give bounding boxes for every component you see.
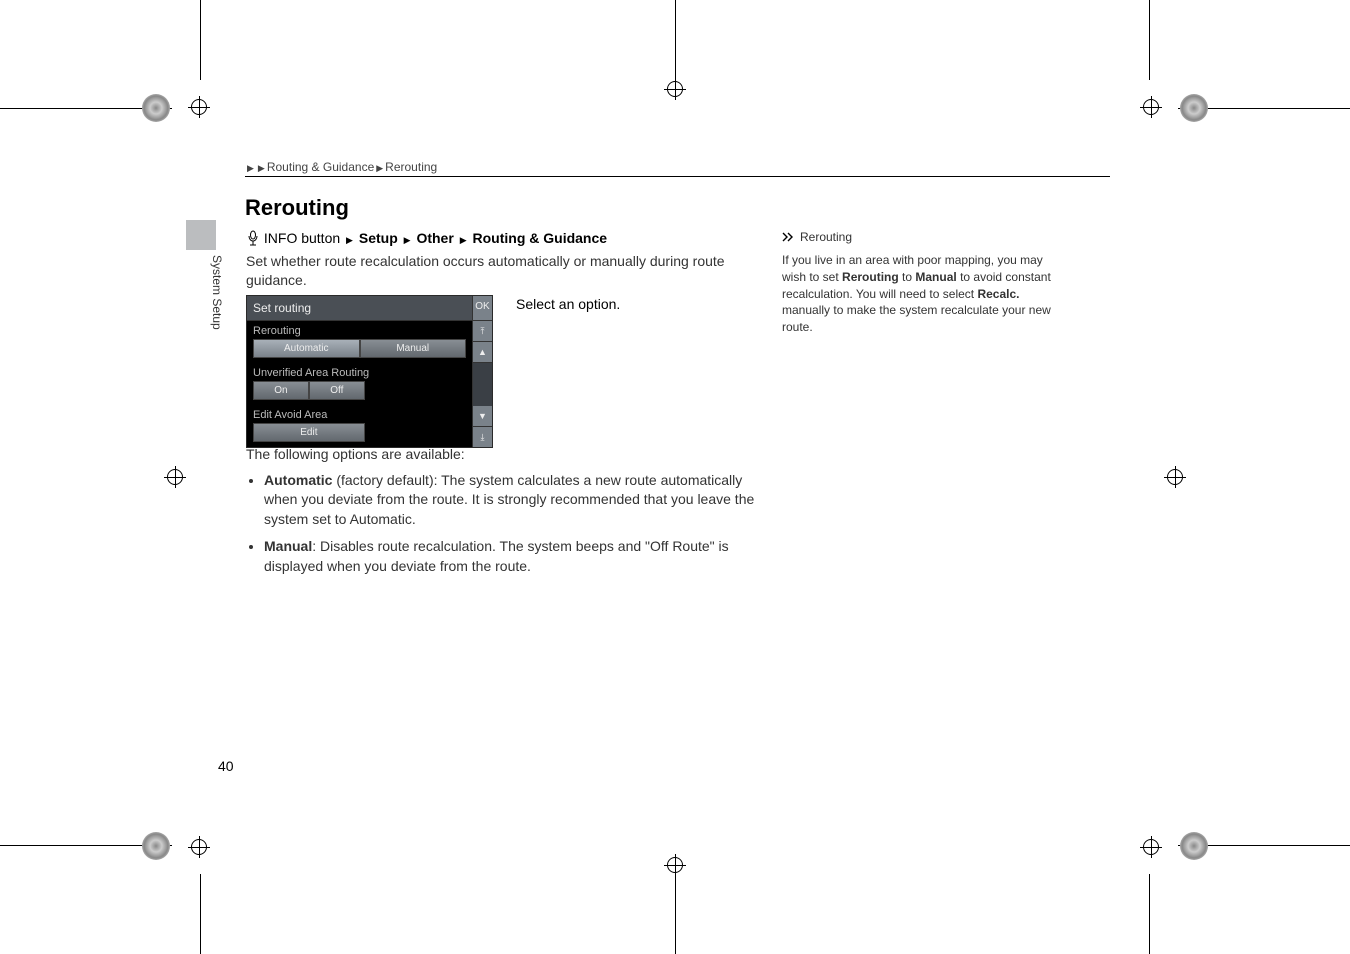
ok-button[interactable]: OK [472, 296, 492, 320]
option-edit[interactable]: Edit [253, 423, 365, 442]
breadcrumb: ▶▶Routing & Guidance▶Rerouting [245, 160, 1110, 177]
chevrons-icon [782, 232, 796, 242]
scroll-down-icon[interactable]: ▼ [473, 406, 492, 427]
option-automatic[interactable]: Automatic [253, 339, 360, 358]
crop-circle-icon [142, 832, 170, 860]
crop-target-icon [1140, 836, 1162, 858]
page-number: 40 [218, 758, 234, 774]
note-body: If you live in an area with poor mapping… [782, 252, 1064, 336]
nav-step: Other [416, 230, 453, 246]
sidebar-tab-label: System Setup [210, 255, 224, 330]
crop-line [675, 874, 676, 954]
crop-target-icon [188, 96, 210, 118]
options-text: The following options are available: Aut… [246, 445, 756, 585]
option-name: Automatic [264, 472, 332, 488]
option-desc: : Disables route recalculation. The syst… [264, 538, 729, 574]
triangle-icon: ▶ [404, 235, 411, 245]
scroll-track[interactable] [473, 363, 492, 406]
option-manual[interactable]: Manual [360, 339, 467, 358]
crop-circle-icon [142, 94, 170, 122]
crop-circle-icon [1180, 94, 1208, 122]
scroll-bottom-icon[interactable]: ⤓ [473, 427, 492, 447]
sidebar-tab [186, 220, 216, 250]
crop-target-icon [664, 78, 686, 100]
scroll-up-icon[interactable]: ▲ [473, 342, 492, 363]
voice-icon [246, 230, 260, 248]
device-screenshot: Set routing OK Rerouting Automatic Manua… [246, 295, 493, 448]
breadcrumb-item: Rerouting [385, 160, 437, 174]
nav-step: Setup [359, 230, 398, 246]
crop-target-icon [1164, 466, 1186, 488]
option-item: Automatic (factory default): The system … [264, 471, 756, 530]
triangle-icon: ▶ [460, 235, 467, 245]
option-item: Manual: Disables route recalculation. Th… [264, 537, 756, 576]
crop-target-icon [164, 466, 186, 488]
instruction-text: Select an option. [516, 296, 620, 312]
triangle-icon: ▶ [258, 163, 265, 173]
note-title: Rerouting [800, 230, 852, 244]
triangle-icon: ▶ [247, 163, 254, 173]
page-title: Rerouting [245, 195, 349, 221]
crop-line [675, 0, 676, 80]
crop-target-icon [1140, 96, 1162, 118]
scroll-top-icon[interactable]: ⤒ [473, 321, 492, 342]
crop-line [1149, 0, 1150, 80]
crop-target-icon [188, 836, 210, 858]
note-header: Rerouting [782, 230, 852, 244]
scrollbar[interactable]: ⤒ ▲ ▼ ⤓ [472, 321, 492, 447]
breadcrumb-item: Routing & Guidance [267, 160, 374, 174]
nav-path: INFO button ▶ Setup ▶ Other ▶ Routing & … [246, 230, 607, 248]
crop-line [1149, 874, 1150, 954]
crop-target-icon [664, 854, 686, 876]
triangle-icon: ▶ [376, 163, 383, 173]
setting-label: Unverified Area Routing [247, 363, 472, 381]
crop-circle-icon [1180, 832, 1208, 860]
intro-text: Set whether route recalculation occurs a… [246, 252, 746, 290]
crop-line [200, 0, 201, 80]
option-off[interactable]: Off [309, 381, 365, 400]
nav-step: Routing & Guidance [473, 230, 608, 246]
nav-info-button: INFO button [264, 230, 340, 246]
option-name: Manual [264, 538, 312, 554]
setting-label: Rerouting [247, 321, 472, 339]
setting-label: Edit Avoid Area [247, 405, 472, 423]
options-lead: The following options are available: [246, 445, 756, 465]
triangle-icon: ▶ [346, 235, 353, 245]
screen-title: Set routing [247, 296, 472, 320]
crop-line [200, 874, 201, 954]
option-on[interactable]: On [253, 381, 309, 400]
option-desc: (factory default): The system calculates… [264, 472, 754, 527]
